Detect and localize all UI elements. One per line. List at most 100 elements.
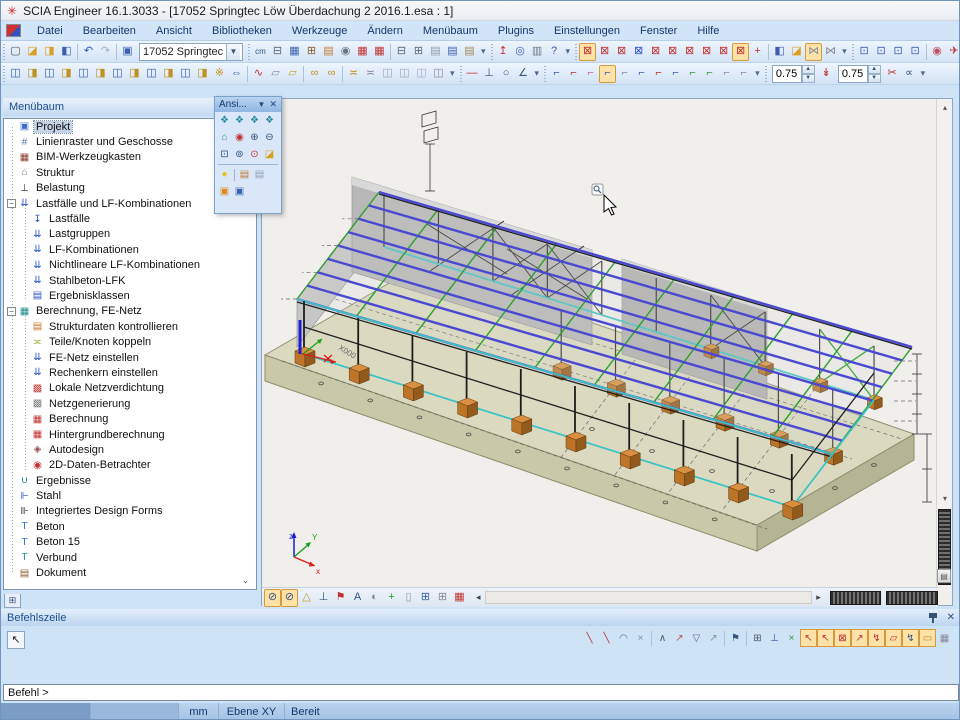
zoom-window-button[interactable]: ⊡ <box>217 147 232 162</box>
3d-viewport-canvas[interactable]: X000 z Y x <box>262 99 938 587</box>
view-palette-titlebar[interactable]: Ansi... ▼ ✕ <box>215 97 281 112</box>
scroll-down-button[interactable]: ▾ <box>938 491 952 506</box>
render-wire-button[interactable]: ⊘ <box>264 589 281 607</box>
toolbar-overflow-chevron[interactable]: ▾ <box>918 68 929 79</box>
section-3-button[interactable]: ◫ <box>41 65 58 83</box>
snap-grid-button[interactable]: ⊞ <box>749 629 766 647</box>
tree-item-beton-15[interactable]: TBeton 15 <box>4 535 256 550</box>
beam-f4-button[interactable]: ⌐ <box>599 65 616 83</box>
ghost-4-button[interactable]: ◫ <box>430 65 447 83</box>
render-solid-button[interactable]: ⊘ <box>281 589 298 607</box>
toolbar-overflow-chevron[interactable]: ▾ <box>478 46 489 57</box>
scroll-left-icon[interactable]: ◂ <box>472 592 485 603</box>
dim-angle-button[interactable]: ∠ <box>515 65 532 83</box>
couple-nodes-button[interactable]: ≍ <box>345 65 362 83</box>
menu-item-fenster[interactable]: Fenster <box>630 22 687 40</box>
section-4-button[interactable]: ◨ <box>58 65 75 83</box>
snap-curve-active-button[interactable]: ↯ <box>902 629 919 647</box>
scale-factor-2[interactable]: 0.75▲▼ <box>838 65 881 83</box>
clip-polygon-button[interactable]: ▱ <box>284 65 301 83</box>
toolbar-overflow-chevron[interactable]: ▾ <box>532 68 543 79</box>
app-menu-icon[interactable] <box>6 24 21 37</box>
open-view-button[interactable]: ◪ <box>262 147 277 162</box>
filter-off-button[interactable]: ⋈ <box>822 43 839 61</box>
menu-item-hilfe[interactable]: Hilfe <box>687 22 729 40</box>
beam-f10-button[interactable]: ⌐ <box>701 65 718 83</box>
filter-on-button[interactable]: ⋈ <box>805 43 822 61</box>
beam-f12-button[interactable]: ⌐ <box>735 65 752 83</box>
profile-library-button[interactable]: ⊠ <box>579 43 596 61</box>
print-preview-button[interactable]: ⊞ <box>410 43 427 61</box>
scale-factor-2-stepper[interactable]: ▲▼ <box>868 65 881 83</box>
tree-item-lokale-netzverdichtung[interactable]: ▩Lokale Netzverdichtung <box>4 381 256 396</box>
load-selection-button[interactable]: ◪ <box>788 43 805 61</box>
snap-ruler-active-button[interactable]: ▭ <box>919 629 936 647</box>
beam-f1-button[interactable]: ⌐ <box>548 65 565 83</box>
zoom-selection-button[interactable]: ⊙ <box>247 147 262 162</box>
section-10-button[interactable]: ◨ <box>160 65 177 83</box>
section-9-button[interactable]: ◫ <box>143 65 160 83</box>
rotate-y-slider[interactable] <box>886 591 938 605</box>
snap-end-active-button[interactable]: ↖ <box>800 629 817 647</box>
tree-expander-minus[interactable]: − <box>7 199 16 208</box>
open-project-button[interactable]: ◪ <box>24 43 41 61</box>
beam-f2-button[interactable]: ⌐ <box>565 65 582 83</box>
new-document-button[interactable]: ▢ <box>7 43 24 61</box>
rotate-x-slider[interactable] <box>830 591 882 605</box>
section-13-button[interactable]: ※ <box>211 65 228 83</box>
tree-item-autodesign[interactable]: ◈Autodesign <box>4 442 256 457</box>
view-params-1-button[interactable]: ⊞ <box>417 589 434 607</box>
chevron-down-icon[interactable]: ▼ <box>226 44 240 60</box>
tree-item-hintergrundberechnung[interactable]: ▦Hintergrundberechnung <box>4 427 256 442</box>
tree-scroll-down-button[interactable]: ⌄ <box>238 574 253 587</box>
tree-expander-minus[interactable]: − <box>7 307 16 316</box>
step-up-button[interactable]: ↥ <box>495 43 512 61</box>
view-params-2-button[interactable]: ⊞ <box>434 589 451 607</box>
section-12-button[interactable]: ◨ <box>194 65 211 83</box>
target-button[interactable]: + <box>749 43 766 61</box>
section-5-button[interactable]: ◫ <box>75 65 92 83</box>
profile-rotate-button[interactable]: ⊠ <box>681 43 698 61</box>
view-axo-button[interactable]: ❖ <box>262 113 277 128</box>
project-combobox[interactable]: 17052 Springtec Lö▼ <box>139 43 243 61</box>
scale-factor-1[interactable]: 0.75▲▼ <box>772 65 815 83</box>
scale-factor-1-stepper[interactable]: ▲▼ <box>802 65 815 83</box>
eye-view-button[interactable]: ◉ <box>929 43 946 61</box>
link-2-button[interactable]: ∞ <box>323 65 340 83</box>
scroll-right-icon[interactable]: ▸ <box>812 592 825 603</box>
light-angle-button[interactable]: △ <box>298 589 315 607</box>
section-2-button[interactable]: ◨ <box>24 65 41 83</box>
sidebar-tab-menubaum[interactable]: ⊞ <box>4 594 21 608</box>
view-section-button[interactable]: ◉ <box>232 130 247 145</box>
chart-bars-button[interactable]: ▥ <box>529 43 546 61</box>
section-8-button[interactable]: ◨ <box>126 65 143 83</box>
plugin-jet-button[interactable]: ✈ <box>946 43 960 61</box>
selection-cursor-button[interactable]: ↖ <box>7 631 25 649</box>
tree-item-rechenkern-einstellen[interactable]: ⇊Rechenkern einstellen <box>4 365 256 380</box>
toolbar-overflow-chevron[interactable]: ▾ <box>752 68 763 79</box>
profile-copy-button[interactable]: ⊠ <box>715 43 732 61</box>
snap-cursor-button[interactable]: ⚑ <box>727 629 744 647</box>
menu-item-men-baum[interactable]: Menübaum <box>413 22 488 40</box>
drawing-scale-button[interactable]: ∝ <box>901 65 918 83</box>
wireframe-button[interactable]: ▣ <box>232 184 247 199</box>
snap-cross-button[interactable]: × <box>783 629 800 647</box>
window-vertical-button[interactable]: ⊡ <box>907 43 924 61</box>
section-7-button[interactable]: ◫ <box>109 65 126 83</box>
units-button[interactable]: cm <box>252 43 269 61</box>
window-cascade-button[interactable]: ⊡ <box>856 43 873 61</box>
tree-item-ergebnisklassen[interactable]: ▤Ergebnisklassen <box>4 288 256 303</box>
tree-item-ergebnisse[interactable]: ∪Ergebnisse <box>4 473 256 488</box>
menu-item-bibliotheken[interactable]: Bibliotheken <box>202 22 282 40</box>
show-loads-button[interactable]: ⚑ <box>332 589 349 607</box>
clamp-button[interactable]: ↡ <box>818 65 835 83</box>
tree-item-teile-knoten-koppeln[interactable]: ≍Teile/Knoten koppeln <box>4 334 256 349</box>
snap-edge-button[interactable]: ↗ <box>705 629 722 647</box>
viewport-horizontal-scrollbar[interactable] <box>485 591 813 604</box>
profile-edit-button[interactable]: ⊠ <box>596 43 613 61</box>
section-14-button[interactable]: ⇔ <box>228 65 245 83</box>
status-work-plane[interactable]: Ebene XY <box>219 703 285 720</box>
3d-viewport[interactable]: X000 z Y x ▴ ▾ <box>261 98 953 606</box>
clip-front-button[interactable]: ▤ <box>237 167 252 182</box>
scale-factor-2-value[interactable]: 0.75 <box>838 65 868 83</box>
